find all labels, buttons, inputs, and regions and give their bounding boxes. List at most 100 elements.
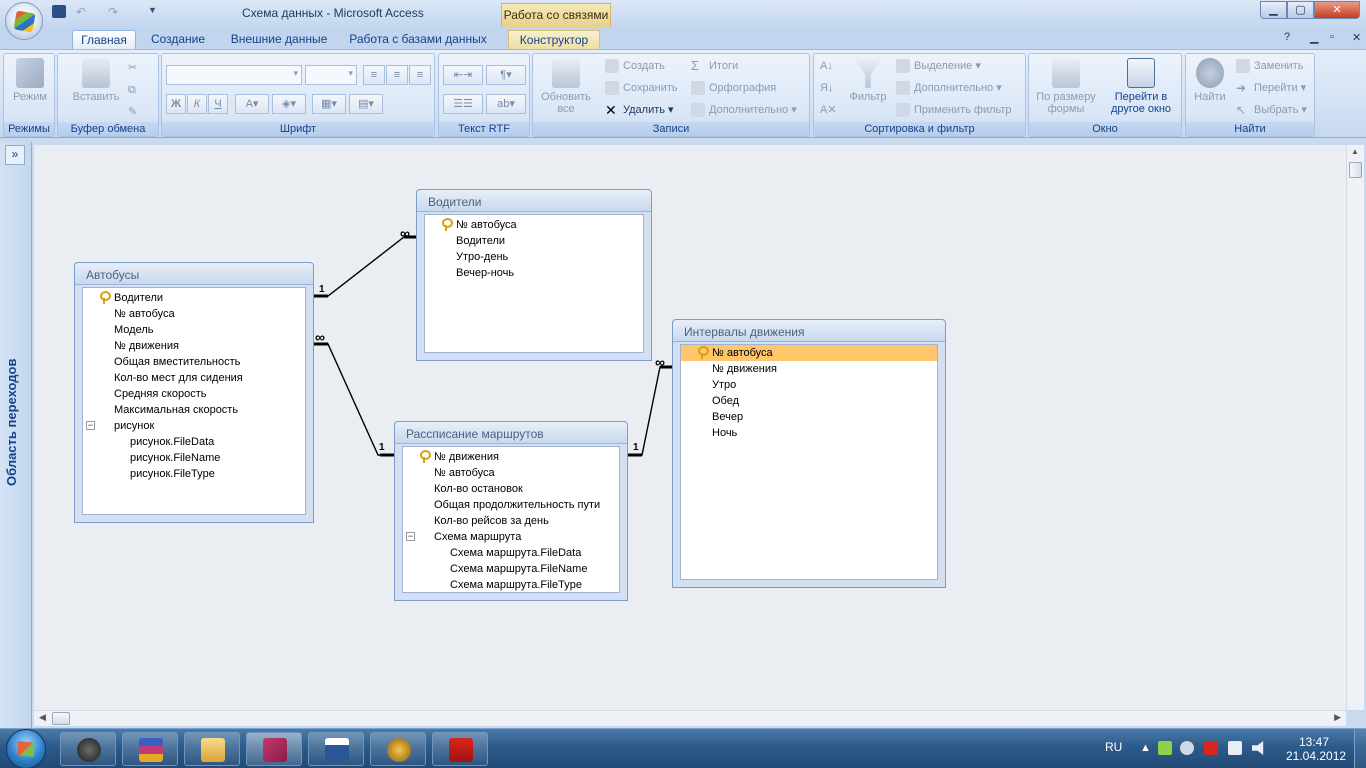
redo-icon[interactable]: ↷ [108, 5, 118, 21]
paste-button[interactable]: Вставить [68, 58, 124, 103]
field-item-selected[interactable]: № автобуса [681, 345, 937, 361]
taskbar-winrar[interactable] [122, 732, 178, 766]
sort-asc-icon[interactable]: A↓ [820, 57, 833, 75]
vertical-scrollbar[interactable]: ▲ [1346, 145, 1364, 710]
doc-close-icon[interactable]: ✕ [1352, 31, 1361, 44]
save-icon[interactable] [52, 5, 66, 18]
field-item[interactable]: Схема маршрута.FileData [403, 545, 619, 561]
field-item[interactable]: Водители [83, 290, 305, 306]
alt-fill-icon[interactable]: ▤▾ [349, 94, 383, 114]
field-item[interactable]: Модель [83, 322, 305, 338]
gridlines-icon[interactable]: ▦▾ [312, 94, 346, 114]
field-item[interactable]: рисунок.FileName [83, 450, 305, 466]
replace-button[interactable]: Заменить [1236, 57, 1303, 75]
field-item[interactable]: рисунок.FileData [83, 434, 305, 450]
indent-icon[interactable]: ⇤⇥ [443, 65, 483, 85]
fill-color-icon[interactable]: ◈▾ [272, 94, 306, 114]
taskbar-word[interactable] [308, 732, 364, 766]
tray-security-icon[interactable] [1158, 741, 1172, 755]
align-left-icon[interactable]: ≡ [363, 65, 385, 85]
field-item[interactable]: № автобуса [403, 465, 619, 481]
collapse-icon[interactable]: − [406, 532, 415, 541]
scroll-right-icon[interactable]: ▶ [1334, 712, 1341, 723]
align-center-icon[interactable]: ≡ [386, 65, 408, 85]
copy-icon[interactable]: ⧉ [128, 81, 136, 99]
start-button[interactable] [6, 729, 46, 768]
field-item[interactable]: № автобуса [425, 217, 643, 233]
delete-button[interactable]: ✕ Удалить ▾ [605, 101, 674, 119]
tray-flag-icon[interactable] [1204, 741, 1218, 755]
field-item[interactable]: № движения [681, 361, 937, 377]
office-button[interactable] [5, 2, 43, 40]
format-painter-icon[interactable]: ✎ [128, 103, 137, 121]
field-item[interactable]: Кол-во мест для сидения [83, 370, 305, 386]
font-name-combo[interactable] [166, 65, 302, 85]
close-button[interactable]: ✕ [1314, 1, 1360, 19]
find-button[interactable]: Найти [1188, 58, 1232, 103]
taskbar-acrobat[interactable] [432, 732, 488, 766]
field-item[interactable]: Кол-во остановок [403, 481, 619, 497]
tab-external-data[interactable]: Внешние данные [226, 30, 332, 49]
field-item[interactable]: Вечер [681, 409, 937, 425]
font-size-combo[interactable] [305, 65, 357, 85]
minimize-button[interactable]: ▁ [1260, 1, 1287, 19]
apply-filter-button[interactable]: Применить фильтр [896, 101, 1012, 119]
new-record-button[interactable]: Создать [605, 57, 665, 75]
field-item[interactable]: № автобуса [83, 306, 305, 322]
fit-form-button[interactable]: По размеру формы [1033, 58, 1099, 115]
field-item[interactable]: Водители [425, 233, 643, 249]
totals-button[interactable]: Σ Итоги [691, 57, 738, 75]
taskbar-explorer[interactable] [184, 732, 240, 766]
align-right-icon[interactable]: ≡ [409, 65, 431, 85]
field-item[interactable]: Ночь [681, 425, 937, 441]
clear-sort-icon[interactable]: A✕ [820, 101, 837, 119]
underline-button[interactable]: Ч [208, 94, 228, 114]
selection-button[interactable]: Выделение ▾ [896, 57, 981, 75]
goto-button[interactable]: ➜ Перейти ▾ [1236, 79, 1306, 97]
field-item[interactable]: Общая продолжительность пути [403, 497, 619, 513]
scroll-left-icon[interactable]: ◀ [39, 712, 46, 723]
filter-button[interactable]: Фильтр [846, 58, 890, 103]
field-item[interactable]: Кол-во рейсов за день [403, 513, 619, 529]
ribbon-restore-icon[interactable]: ▫ [1330, 31, 1334, 43]
more-records-button[interactable]: Дополнительно ▾ [691, 101, 797, 119]
tab-create[interactable]: Создание [145, 30, 211, 49]
tray-steam-icon[interactable] [1180, 741, 1194, 755]
field-item[interactable]: Вечер-ночь [425, 265, 643, 281]
field-item[interactable]: Обед [681, 393, 937, 409]
table-title[interactable]: Рассписание маршрутов [395, 422, 627, 444]
save-record-button[interactable]: Сохранить [605, 79, 678, 97]
field-item[interactable]: − рисунок [83, 418, 305, 434]
tray-volume-icon[interactable] [1252, 741, 1264, 755]
table-voditeli[interactable]: Водители № автобуса Водители Утро-день В… [416, 189, 652, 361]
collapse-icon[interactable]: − [86, 421, 95, 430]
taskbar-wow[interactable] [370, 732, 426, 766]
customize-qat-icon[interactable]: ▼ [148, 5, 157, 21]
scrollbar-thumb[interactable] [1349, 162, 1362, 178]
show-desktop-button[interactable] [1354, 729, 1366, 768]
horizontal-scrollbar[interactable]: ◀ ▶ [34, 710, 1346, 726]
field-item[interactable]: Утро [681, 377, 937, 393]
refresh-all-button[interactable]: Обновить все [535, 58, 597, 115]
field-item[interactable]: Схема маршрута.FileName [403, 561, 619, 577]
sort-desc-icon[interactable]: Я↓ [820, 79, 833, 97]
select-button[interactable]: ↖ Выбрать ▾ [1236, 101, 1307, 119]
language-indicator[interactable]: RU [1105, 740, 1122, 754]
scrollbar-thumb[interactable] [52, 712, 70, 725]
field-item[interactable]: Общая вместительность [83, 354, 305, 370]
list-icon[interactable]: ☰☰ [443, 94, 483, 114]
tab-database-tools[interactable]: Работа с базами данных [345, 30, 491, 49]
tab-design[interactable]: Конструктор [508, 30, 600, 49]
table-title[interactable]: Водители [417, 190, 651, 212]
view-button[interactable]: Режим [8, 58, 52, 103]
nav-pane-label[interactable]: Область переходов [4, 322, 26, 522]
tab-home[interactable]: Главная [72, 30, 136, 49]
spelling-button[interactable]: Орфография [691, 79, 776, 97]
help-icon[interactable]: ? [1284, 31, 1290, 43]
scroll-up-icon[interactable]: ▲ [1351, 147, 1359, 156]
advanced-filter-button[interactable]: Дополнительно ▾ [896, 79, 1002, 97]
field-item[interactable]: Средняя скорость [83, 386, 305, 402]
switch-windows-button[interactable]: Перейти в другое окно [1103, 58, 1179, 115]
taskbar-steam[interactable] [60, 732, 116, 766]
ribbon-minimize-icon[interactable]: ▁ [1310, 31, 1318, 44]
